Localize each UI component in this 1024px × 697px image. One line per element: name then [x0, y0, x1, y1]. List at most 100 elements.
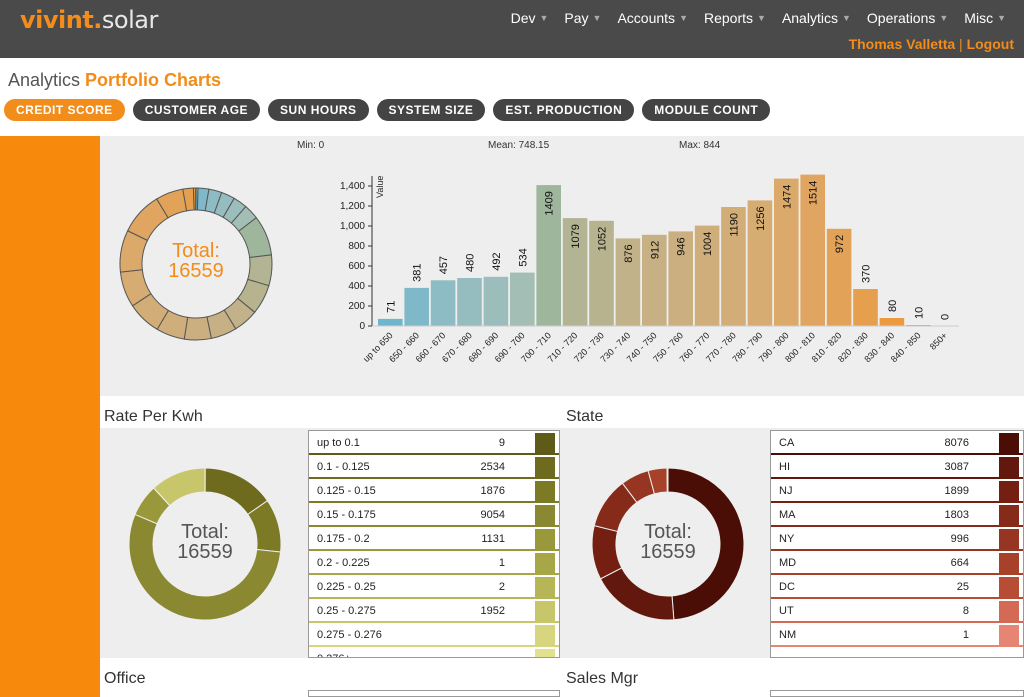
bar-value-label: 71 [385, 301, 397, 313]
bar-value-label: 1514 [808, 181, 820, 205]
legend-row[interactable]: 0.175 - 0.2 1131 [309, 527, 559, 551]
nav-label: Analytics [781, 10, 838, 26]
histogram-bar[interactable] [879, 318, 905, 326]
bar-value-label: 10 [913, 307, 925, 319]
legend-label: 0.175 - 0.2 [317, 533, 370, 545]
histogram-bar[interactable] [483, 276, 509, 326]
nav-pay[interactable]: Pay ▼ [556, 10, 609, 26]
main-donut-total: Total: 16559 [156, 241, 236, 281]
user-name-link[interactable]: Thomas Valletta [849, 36, 956, 52]
rate-donut-total-label: Total: [181, 521, 229, 543]
nav-reports[interactable]: Reports ▼ [696, 10, 774, 26]
legend-row[interactable]: NM 1 [771, 623, 1023, 647]
user-separator: | [959, 36, 963, 52]
logo-brand-text: vivint. [20, 6, 102, 34]
bar-value-label: 876 [623, 244, 635, 262]
legend-value: 996 [950, 533, 969, 545]
legend-row[interactable]: UT 8 [771, 599, 1023, 623]
donut-slice[interactable] [183, 316, 212, 341]
histogram-bar[interactable] [404, 287, 429, 326]
histogram-bar[interactable] [510, 272, 535, 326]
user-line: Thomas Valletta | Logout [849, 36, 1014, 52]
legend-value: 1803 [944, 509, 969, 521]
legend-swatch [535, 625, 555, 645]
nav-operations[interactable]: Operations ▼ [859, 10, 956, 26]
page-title-main: Portfolio Charts [85, 70, 222, 90]
legend-label: up to 0.1 [317, 437, 360, 449]
rate-per-kwh-panel: Total: 16559 up to 0.1 9 0.1 - 0.125 2534 0.… [100, 428, 562, 658]
nav-misc[interactable]: Misc ▼ [956, 10, 1014, 26]
bar-value-label: 534 [517, 248, 529, 266]
tab-customer-age[interactable]: CUSTOMER AGE [132, 99, 261, 121]
nav-label: Reports [703, 10, 754, 26]
legend-value: 2 [498, 581, 505, 593]
legend-row[interactable]: MA 1803 [771, 503, 1023, 527]
chevron-down-icon: ▼ [679, 13, 688, 23]
tab-system-size[interactable]: SYSTEM SIZE [376, 99, 486, 121]
legend-swatch [999, 433, 1019, 453]
page-title: Analytics Portfolio Charts [8, 70, 221, 91]
legend-row[interactable]: 0.15 - 0.175 9054 [309, 503, 559, 527]
donut-slice[interactable] [599, 567, 675, 621]
bar-value-label: 912 [649, 241, 661, 259]
legend-swatch [535, 529, 555, 549]
tab-credit-score[interactable]: CREDIT SCORE [4, 99, 125, 121]
legend-row[interactable]: 0.25 - 0.275 1952 [309, 599, 559, 623]
nav-analytics[interactable]: Analytics ▼ [774, 10, 859, 26]
logo-rest-text: solar [101, 6, 158, 34]
histogram-bar[interactable] [430, 280, 456, 326]
nav-label: Misc [964, 10, 994, 26]
nav-accounts[interactable]: Accounts ▼ [609, 10, 696, 26]
legend-swatch [535, 433, 555, 453]
histogram-bar[interactable] [457, 278, 482, 326]
legend-value: 1876 [480, 485, 505, 497]
rate-per-kwh-legend[interactable]: up to 0.1 9 0.1 - 0.125 2534 0.125 - 0.15 187… [308, 430, 560, 658]
legend-value: 9054 [480, 509, 505, 521]
rate-donut-total-value: 16559 [177, 541, 233, 563]
left-accent-bar [0, 136, 100, 697]
legend-row[interactable]: CA 8076 [771, 431, 1023, 455]
logout-link[interactable]: Logout [967, 36, 1014, 52]
legend-row[interactable]: DC 25 [771, 575, 1023, 599]
legend-row[interactable]: 0.1 - 0.125 2534 [309, 455, 559, 479]
tab-module-count[interactable]: MODULE COUNT [642, 99, 771, 121]
legend-row[interactable]: 0.275 - 0.276 [309, 623, 559, 647]
legend-row[interactable]: 0.225 - 0.25 2 [309, 575, 559, 599]
legend-swatch [999, 625, 1019, 645]
state-donut-total-value: 16559 [640, 541, 696, 563]
tab-est-production[interactable]: EST. PRODUCTION [493, 99, 635, 121]
bar-value-label: 370 [861, 265, 873, 283]
histogram-bar[interactable] [853, 289, 878, 326]
top-navbar: vivint.solar Dev ▼ Pay ▼ Accounts ▼ Reports ▼ An… [0, 0, 1024, 58]
legend-swatch [535, 601, 555, 621]
rate-per-kwh-title: Rate Per Kwh [104, 408, 203, 425]
state-donut-total-label: Total: [644, 521, 692, 543]
legend-swatch [999, 505, 1019, 525]
legend-value: 25 [956, 581, 969, 593]
legend-value: 664 [950, 557, 969, 569]
rate-donut-total: Total: 16559 [160, 522, 250, 562]
legend-value: 1 [498, 557, 505, 569]
y-tick-label: 0 [359, 321, 365, 332]
bar-value-label: 1004 [702, 232, 714, 256]
tab-sun-hours[interactable]: SUN HOURS [268, 99, 369, 121]
legend-row[interactable]: NJ 1899 [771, 479, 1023, 503]
legend-row[interactable]: HI 3087 [771, 455, 1023, 479]
chevron-down-icon: ▼ [841, 13, 851, 23]
legend-row[interactable]: MD 664 [771, 551, 1023, 575]
histogram-bar[interactable] [378, 318, 403, 326]
vivint-solar-logo[interactable]: vivint.solar [20, 6, 158, 34]
legend-swatch [999, 577, 1019, 597]
legend-row[interactable]: 0.276+ [309, 647, 559, 657]
legend-row[interactable]: up to 0.1 9 [309, 431, 559, 455]
legend-value: 1 [962, 629, 969, 641]
chevron-down-icon: ▼ [939, 13, 949, 23]
state-legend[interactable]: CA 8076 HI 3087 NJ 1899 MA 1803 NY 996 MD 664 DC 25 UT… [770, 430, 1024, 658]
nav-label: Dev [510, 10, 536, 26]
legend-row[interactable]: NY 996 [771, 527, 1023, 551]
chevron-down-icon: ▼ [539, 13, 549, 23]
bar-value-label: 381 [412, 264, 424, 282]
legend-row[interactable]: 0.2 - 0.225 1 [309, 551, 559, 575]
legend-row[interactable]: 0.125 - 0.15 1876 [309, 479, 559, 503]
nav-dev[interactable]: Dev ▼ [503, 10, 557, 26]
